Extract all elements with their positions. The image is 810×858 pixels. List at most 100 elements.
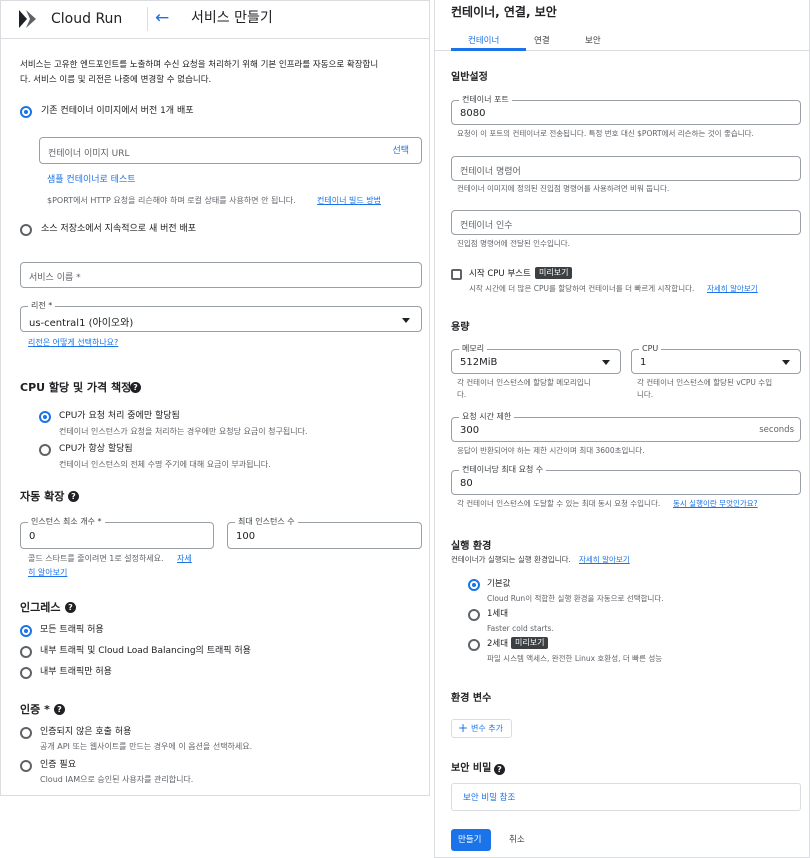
sample-container-link[interactable]: 샘플 컨테이너로 테스트 xyxy=(47,175,136,186)
execution-env-title: 실행 환경 xyxy=(451,541,492,552)
container-command-input[interactable]: 컨테이너 명령어 xyxy=(451,156,801,181)
radio-env-gen1[interactable] xyxy=(468,609,480,621)
auth-unauthenticated-label: 인증되지 않은 호출 허용 xyxy=(40,727,132,737)
image-url-placeholder: 컨테이너 이미지 URL xyxy=(48,149,130,159)
memory-hint-1: 각 컨테이너 인스턴스에 할당할 메모리입니 xyxy=(457,378,591,387)
port-requirement-hint: $PORT에서 HTTP 요청을 리슨해야 하며 로컬 상태를 사용하면 안 됩… xyxy=(47,196,296,205)
execution-env-learn-more-link[interactable]: 자세히 알아보기 xyxy=(579,555,630,564)
left-panel: Cloud Run ← 서비스 만들기 서비스는 고유한 엔드포인트를 노출하며… xyxy=(0,0,430,796)
cpu-hint-1: 각 컨테이너 인스턴스에 할당된 vCPU 수입 xyxy=(637,378,773,387)
plus-icon: + xyxy=(458,721,469,735)
general-settings-title: 일반설정 xyxy=(451,72,488,83)
cpu-request-label: CPU가 요청 처리 중에만 할당됨 xyxy=(59,411,180,421)
cpu-always-label: CPU가 항상 할당됨 xyxy=(59,444,133,454)
app-header: Cloud Run ← 서비스 만들기 xyxy=(1,1,429,39)
tab-connection[interactable]: 연결 xyxy=(534,36,550,46)
request-timeout-label: 요청 시간 제한 xyxy=(459,412,515,422)
radio-ingress-internal-lb[interactable] xyxy=(20,646,32,658)
cpu-boost-learn-more-link[interactable]: 자세히 알아보기 xyxy=(707,284,758,293)
concurrency-help-link[interactable]: 동시 실행이란 무엇인가요? xyxy=(673,499,758,508)
radio-deploy-image[interactable] xyxy=(20,106,32,118)
min-instances-value: 0 xyxy=(29,531,36,542)
radio-auth-unauthenticated[interactable] xyxy=(20,727,32,739)
min-instances-label: 인스턴스 최소 개수 * xyxy=(28,517,105,527)
radio-cpu-request[interactable] xyxy=(39,411,51,423)
cancel-button[interactable]: 취소 xyxy=(509,835,525,845)
back-arrow-icon[interactable]: ← xyxy=(155,8,169,28)
cpu-boost-preview-badge: 미리보기 xyxy=(535,267,573,279)
ingress-internal-lb-label: 내부 트래픽 및 Cloud Load Balancing의 트래픽 허용 xyxy=(40,646,251,656)
cpu-value: 1 xyxy=(640,357,647,368)
memory-value: 512MiB xyxy=(460,357,498,368)
container-port-value: 8080 xyxy=(460,108,486,119)
autoscale-help-icon[interactable]: ? xyxy=(68,491,79,502)
cpu-always-desc: 컨테이너 인스턴스의 전체 수명 주기에 대해 요금이 부과됩니다. xyxy=(59,460,271,469)
header-divider xyxy=(147,7,148,31)
cpu-select[interactable]: CPU 1 xyxy=(631,344,801,374)
radio-env-gen2[interactable] xyxy=(468,639,480,651)
cpu-hint-2: 니다. xyxy=(637,390,654,399)
tab-container-indicator xyxy=(451,48,526,51)
select-image-button[interactable]: 선택 xyxy=(392,146,409,157)
deploy-source-label: 소스 저장소에서 지속적으로 새 버전 배포 xyxy=(41,224,197,234)
tab-container[interactable]: 컨테이너 xyxy=(468,36,499,46)
chevron-down-icon xyxy=(402,318,410,323)
container-args-input[interactable]: 컨테이너 인수 xyxy=(451,210,801,235)
execution-env-hint: 컨테이너가 실행되는 실행 환경입니다. xyxy=(451,555,571,564)
ingress-internal-label: 내부 트래픽만 허용 xyxy=(40,667,112,677)
request-timeout-hint: 응답이 반환되어야 하는 제한 시간이며 최대 3600초입니다. xyxy=(457,446,645,455)
radio-ingress-all[interactable] xyxy=(20,625,32,637)
radio-deploy-source[interactable] xyxy=(20,224,32,236)
autoscale-learn-more-link-2[interactable]: 히 알아보기 xyxy=(28,568,67,578)
page-title: 서비스 만들기 xyxy=(191,10,273,26)
radio-auth-required[interactable] xyxy=(20,760,32,772)
cpu-boost-hint: 시작 시간에 더 많은 CPU를 할당하여 컨테이너를 더 빠르게 시작합니다. xyxy=(469,284,695,293)
auth-help-icon[interactable]: ? xyxy=(54,704,65,715)
autoscale-learn-more-link-1[interactable]: 자세 xyxy=(177,554,192,564)
image-url-input[interactable]: 컨테이너 이미지 URL 선택 xyxy=(39,137,422,164)
cpu-label: CPU xyxy=(639,344,662,354)
auth-section-title: 인증 * xyxy=(20,703,50,716)
container-port-input[interactable]: 컨테이너 포트 8080 xyxy=(451,95,801,125)
env-gen1-desc: Faster cold starts. xyxy=(487,624,554,633)
ingress-all-label: 모든 트래픽 허용 xyxy=(40,625,104,635)
min-instances-input[interactable]: 인스턴스 최소 개수 * 0 xyxy=(20,517,214,549)
chevron-down-icon xyxy=(602,360,610,365)
container-command-placeholder: 컨테이너 명령어 xyxy=(460,167,521,177)
region-label: 리전 * xyxy=(28,301,56,311)
radio-cpu-always[interactable] xyxy=(39,444,51,456)
capacity-title: 용량 xyxy=(451,322,470,333)
memory-hint-2: 다. xyxy=(457,390,467,399)
ingress-help-icon[interactable]: ? xyxy=(65,602,76,613)
max-concurrency-input[interactable]: 컨테이너당 최대 요청 수 80 xyxy=(451,465,801,495)
intro-line-1: 서비스는 고유한 엔드포인트를 노출하며 수신 요청을 처리하기 위해 기본 인… xyxy=(20,60,379,70)
cpu-section-title: CPU 할당 및 가격 책정 xyxy=(20,381,132,394)
memory-select[interactable]: 메모리 512MiB xyxy=(451,344,621,374)
cpu-help-icon[interactable]: ? xyxy=(130,382,141,393)
auth-required-desc: Cloud IAM으로 승인된 사용자를 관리합니다. xyxy=(40,775,194,784)
region-select[interactable]: 리전 * us-central1 (아이오와) xyxy=(20,301,422,332)
cpu-boost-checkbox[interactable] xyxy=(451,269,462,280)
env-vars-title: 환경 변수 xyxy=(451,693,492,704)
deploy-image-label: 기존 컨테이너 이미지에서 버전 1개 배포 xyxy=(41,106,194,116)
create-button[interactable]: 만들기 xyxy=(451,829,491,851)
radio-ingress-internal[interactable] xyxy=(20,667,32,679)
build-container-link[interactable]: 컨테이너 빌드 방법 xyxy=(317,196,381,206)
cloud-run-logo-icon xyxy=(19,10,36,28)
cpu-boost-label: 시작 CPU 부스트 xyxy=(469,269,531,279)
reference-secret-button[interactable]: 보안 비밀 참조 xyxy=(463,793,515,803)
intro-line-2: 다. 서비스 이름 및 리전은 나중에 변경할 수 없습니다. xyxy=(20,75,212,85)
service-name-input[interactable]: 서비스 이름 * xyxy=(20,262,422,288)
radio-env-default[interactable] xyxy=(468,579,480,591)
max-instances-value: 100 xyxy=(236,531,256,542)
container-args-hint: 진입점 명령어에 전달된 인수입니다. xyxy=(457,239,571,248)
secrets-help-icon[interactable]: ? xyxy=(494,764,505,775)
memory-label: 메모리 xyxy=(459,344,488,354)
region-help-link[interactable]: 리전은 어떻게 선택하나요? xyxy=(28,338,118,348)
request-timeout-input[interactable]: 요청 시간 제한 300 seconds xyxy=(451,412,801,442)
add-variable-button[interactable]: + 변수 추가 xyxy=(451,719,512,738)
max-instances-input[interactable]: 최대 인스턴스 수 100 xyxy=(227,517,422,549)
auth-unauthenticated-desc: 공개 API 또는 웹사이트를 만드는 경우에 이 옵션을 선택하세요. xyxy=(40,742,253,751)
max-concurrency-value: 80 xyxy=(460,478,473,489)
tab-security[interactable]: 보안 xyxy=(585,36,601,46)
